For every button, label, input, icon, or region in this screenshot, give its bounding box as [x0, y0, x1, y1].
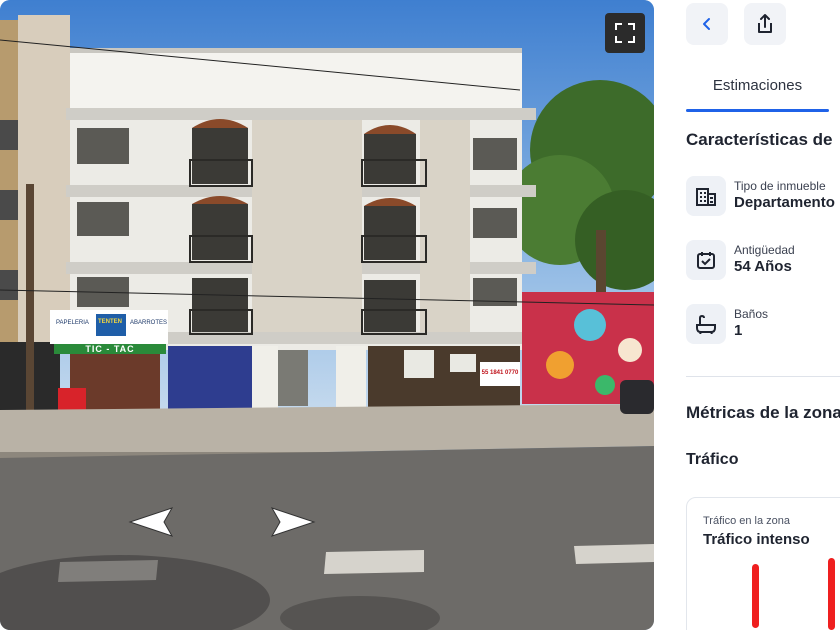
fullscreen-button[interactable]: [605, 13, 645, 53]
features-title: Características de: [686, 130, 833, 149]
chevron-left-icon: [703, 18, 710, 30]
store-sign-left: PAPELERIA: [56, 320, 89, 326]
traffic-indicator-bar: [752, 564, 759, 628]
back-button[interactable]: [686, 3, 728, 45]
feature-value: 1: [734, 322, 743, 339]
fullscreen-icon: [615, 23, 635, 43]
metrics-title: Métricas de la zona: [686, 403, 840, 422]
calendar-check-icon: [686, 240, 726, 280]
feature-bathrooms: Baños 1: [686, 304, 840, 348]
feature-value: Departamento: [734, 194, 835, 211]
street-scene: [0, 15, 654, 630]
bathtub-icon: [686, 304, 726, 344]
street-view-nav-right[interactable]: [268, 502, 324, 542]
traffic-card-label: Tráfico en la zona: [703, 515, 791, 527]
feature-label: Tipo de inmueble: [734, 179, 826, 193]
feature-label: Baños: [734, 307, 769, 321]
tab-label: Estimaciones: [712, 77, 803, 94]
share-button[interactable]: [744, 3, 786, 45]
phone-sign: 55 1841 0770: [481, 370, 519, 376]
traffic-card-value: Tráfico intenso: [703, 531, 810, 548]
traffic-card[interactable]: Tráfico en la zona Tráfico intenso: [686, 497, 840, 630]
traffic-indicator-bar: [828, 558, 835, 630]
share-icon: [758, 14, 772, 33]
store-sign-center: TENTEN: [98, 319, 122, 325]
feature-age: Antigüedad 54 Años: [686, 240, 840, 284]
section-divider: [686, 376, 840, 377]
tab-active-indicator: [686, 109, 829, 112]
traffic-title: Tráfico: [686, 451, 739, 468]
building-icon: [686, 176, 726, 216]
feature-value: 54 Años: [734, 258, 792, 275]
kiosk-banner-text: TIC - TAC: [85, 344, 135, 354]
store-sign-right: ABARROTES: [130, 320, 168, 326]
tab-estimaciones[interactable]: Estimaciones: [686, 68, 829, 112]
feature-property-type: Tipo de inmueble Departamento: [686, 176, 840, 220]
street-view-nav-left[interactable]: [120, 502, 176, 542]
feature-label: Antigüedad: [734, 243, 795, 257]
street-view-image[interactable]: TIC - TAC PAPELERIA ABARROTES TENTEN 55 …: [0, 0, 654, 630]
details-panel: Estimaciones Características de Tipo de …: [654, 0, 840, 630]
